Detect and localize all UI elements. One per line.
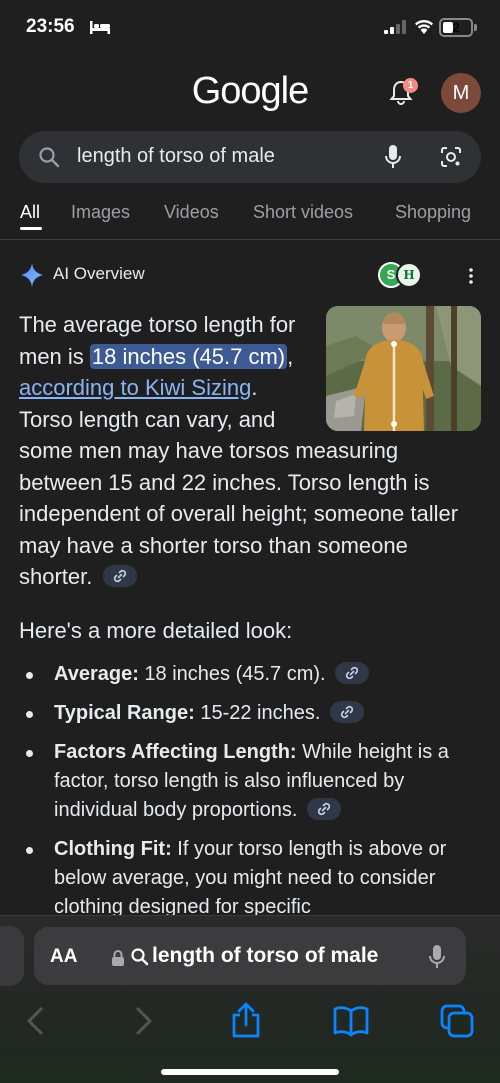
previous-tab-edge[interactable] — [0, 926, 24, 986]
citation-link-chip[interactable] — [329, 700, 364, 723]
tab-all[interactable]: All — [20, 202, 40, 223]
source-link-kiwi-sizing[interactable]: according to Kiwi Sizing — [19, 375, 251, 400]
ai-overview-header: AI Overview S H — [20, 262, 480, 288]
list-item: Clothing Fit: If your torso length is ab… — [19, 835, 481, 922]
account-avatar[interactable]: M — [441, 73, 481, 113]
source-favicon-2[interactable]: H — [396, 262, 422, 288]
google-lens-icon[interactable] — [439, 145, 463, 169]
notification-badge: 1 — [403, 78, 418, 93]
search-icon — [39, 147, 60, 168]
bullet-text: 18 inches (45.7 cm). — [138, 663, 326, 685]
link-icon — [317, 802, 331, 815]
ai-overview-summary: The average torso length for men is 18 i… — [19, 309, 481, 593]
battery-nub — [474, 24, 477, 31]
bullet-term: Clothing Fit: — [54, 838, 172, 860]
bullet-term: Average: — [54, 663, 139, 685]
link-icon — [346, 666, 359, 679]
address-bar[interactable]: AA length of torso of male — [34, 927, 466, 985]
ai-overview-title: AI Overview — [53, 264, 145, 283]
list-item: Average: 18 inches (45.7 cm). — [19, 660, 481, 689]
source-favicons[interactable]: S H — [378, 262, 422, 288]
active-tab-underline — [20, 227, 42, 230]
detail-heading: Here's a more detailed look: — [19, 618, 293, 643]
sleep-focus-icon — [90, 21, 110, 34]
tab-shopping[interactable]: Shopping — [395, 202, 471, 223]
link-icon — [340, 705, 354, 718]
citation-link-chip[interactable] — [102, 565, 137, 588]
bullet-text: 15-22 inches. — [194, 702, 321, 724]
home-indicator[interactable] — [161, 1069, 339, 1075]
bookmarks-book-icon[interactable] — [331, 1001, 371, 1041]
tab-short-videos[interactable]: Short videos — [253, 202, 353, 223]
wifi-icon — [415, 19, 433, 34]
battery-icon: 2 — [439, 18, 473, 37]
search-query[interactable]: length of torso of male — [77, 145, 275, 168]
image-spacer — [313, 309, 481, 433]
share-icon[interactable] — [226, 1001, 266, 1041]
detail-bullets: Average: 18 inches (45.7 cm). Typical Ra… — [19, 660, 481, 932]
list-item: Typical Range: 15-22 inches. — [19, 699, 481, 728]
citation-link-chip[interactable] — [335, 661, 370, 684]
browser-toolbar: AA length of torso of male — [0, 915, 500, 1083]
search-icon — [131, 948, 149, 966]
tab-videos[interactable]: Videos — [164, 202, 219, 223]
tab-images[interactable]: Images — [71, 202, 130, 223]
bullet-term: Factors Affecting Length: — [54, 741, 297, 763]
forward-chevron-icon[interactable] — [123, 1001, 163, 1041]
page-settings-button[interactable]: AA — [50, 946, 77, 968]
address-text[interactable]: length of torso of male — [152, 944, 378, 968]
more-options-icon[interactable] — [461, 266, 481, 286]
voice-search-mic-icon[interactable] — [383, 143, 403, 171]
summary-text-2: , — [287, 343, 294, 369]
list-item: Factors Affecting Length: While height i… — [19, 738, 481, 825]
link-icon — [113, 570, 126, 583]
lock-icon — [112, 950, 124, 966]
status-bar: 23:56 2 — [0, 0, 500, 56]
browser-nav-row — [0, 1001, 500, 1041]
google-logo[interactable]: Google — [0, 70, 500, 113]
cellular-signal-icon — [384, 20, 406, 34]
tabs-overview-icon[interactable] — [437, 1001, 477, 1041]
search-box[interactable]: length of torso of male — [19, 131, 481, 183]
summary-highlight: 18 inches (45.7 cm) — [89, 343, 288, 369]
back-chevron-icon[interactable] — [16, 1001, 56, 1041]
battery-level: 2 — [452, 20, 460, 35]
status-time: 23:56 — [26, 16, 75, 37]
dictation-mic-icon[interactable] — [427, 943, 447, 971]
bullet-term: Typical Range: — [54, 702, 195, 724]
ai-sparkle-icon — [21, 263, 43, 287]
search-tabs: All Images Videos Short videos Shopping — [0, 200, 500, 240]
citation-link-chip[interactable] — [307, 797, 342, 820]
